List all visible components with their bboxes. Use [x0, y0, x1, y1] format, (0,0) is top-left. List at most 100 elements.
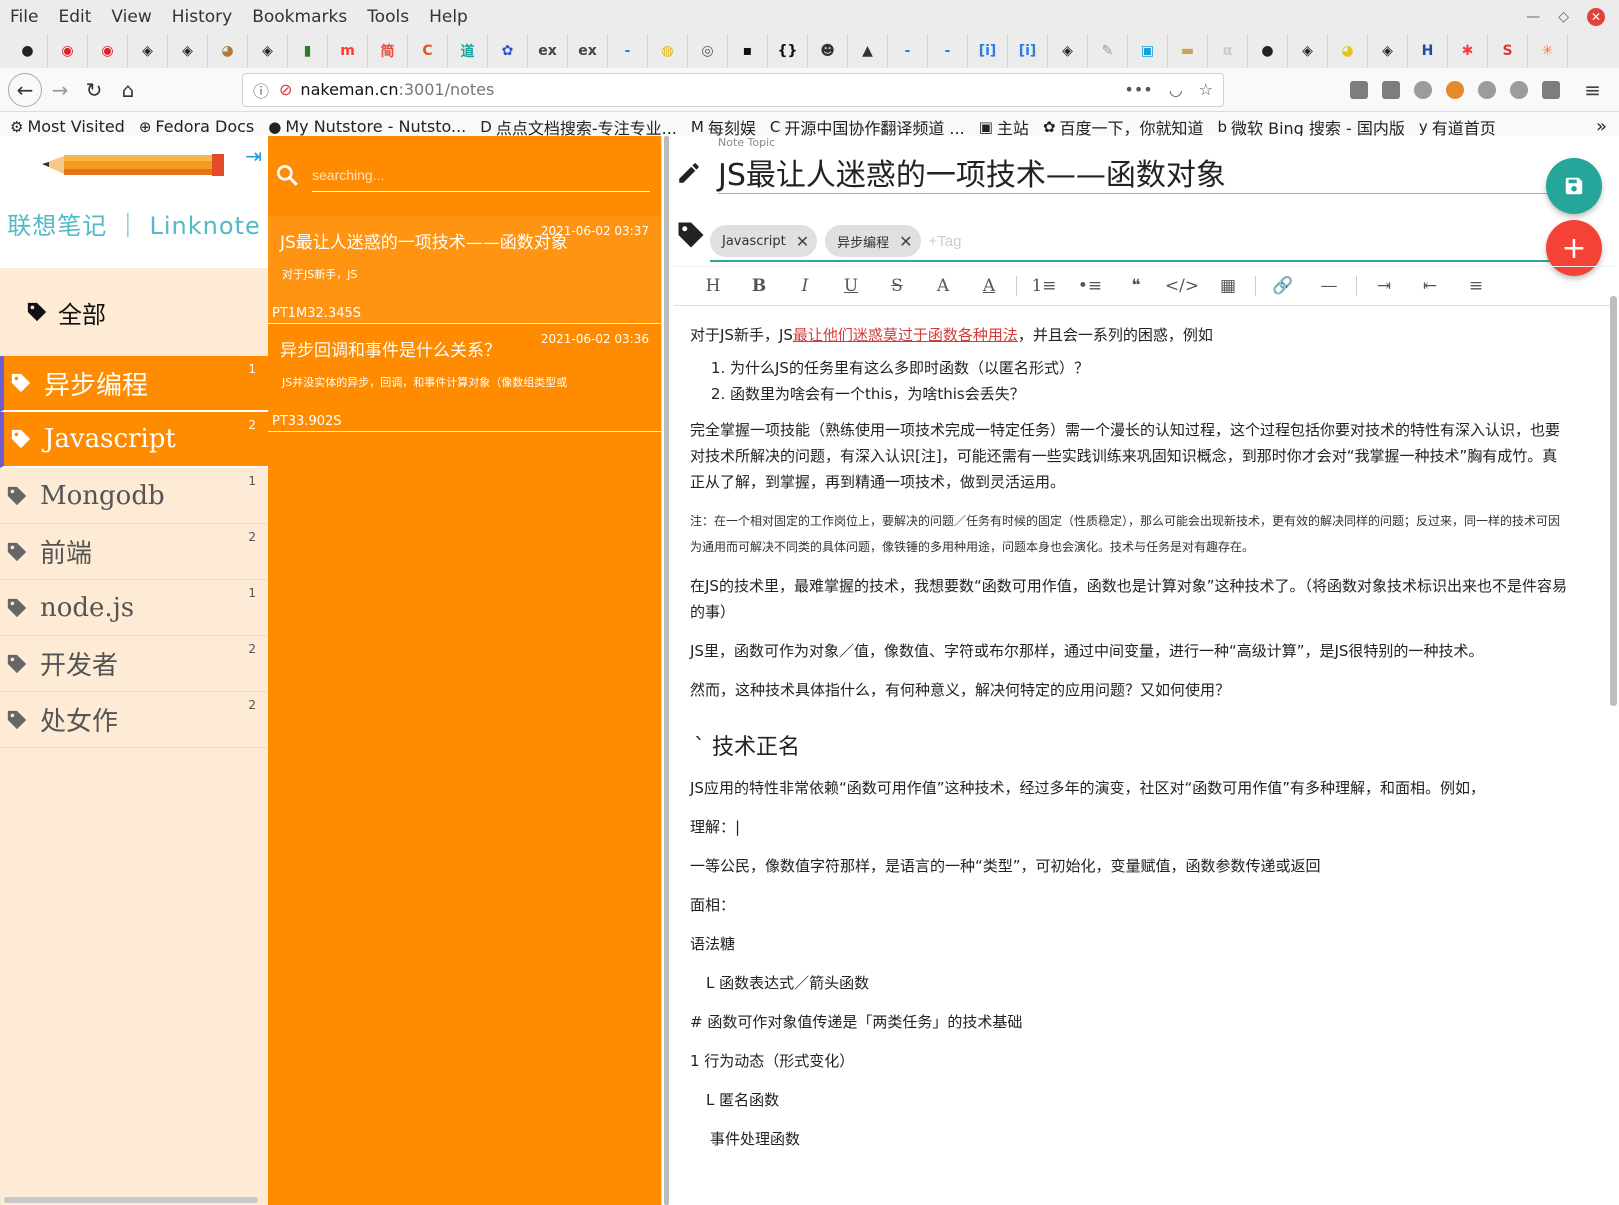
- browser-tab[interactable]: ✿: [488, 34, 528, 68]
- editor-scrollbar[interactable]: [1610, 296, 1617, 706]
- remove-tag-icon[interactable]: ✕: [796, 232, 809, 251]
- all-notes-item[interactable]: 全部: [0, 268, 268, 356]
- browser-tab[interactable]: ✎: [1088, 34, 1128, 68]
- align-icon[interactable]: ≡: [1453, 276, 1499, 296]
- extension-icon[interactable]: [1446, 80, 1465, 99]
- italic-icon[interactable]: I: [782, 276, 828, 296]
- browser-tab[interactable]: α: [1208, 34, 1248, 68]
- more-bookmarks-icon[interactable]: »: [1596, 116, 1619, 137]
- browser-tab[interactable]: ▪: [728, 34, 768, 68]
- add-tag-input[interactable]: [928, 232, 1009, 250]
- browser-tab[interactable]: ◈: [1288, 34, 1328, 68]
- browser-tab[interactable]: m: [328, 34, 368, 68]
- outdent-icon[interactable]: ⇤: [1407, 276, 1453, 296]
- menu-history[interactable]: History: [172, 7, 232, 27]
- browser-tab[interactable]: ◈: [128, 34, 168, 68]
- browser-tab[interactable]: ●: [1248, 34, 1288, 68]
- bookmark-item[interactable]: b 微软 Bing 搜索 - 国内版: [1217, 115, 1404, 139]
- bookmark-item[interactable]: y 有道首页: [1419, 115, 1496, 139]
- browser-tab[interactable]: 简: [368, 34, 408, 68]
- browser-tab[interactable]: ◈: [248, 34, 288, 68]
- browser-tab[interactable]: ◍: [648, 34, 688, 68]
- code-icon[interactable]: </>: [1159, 276, 1205, 296]
- menu-tools[interactable]: Tools: [367, 7, 409, 27]
- browser-tab[interactable]: -: [608, 34, 648, 68]
- browser-tab[interactable]: ◈: [1048, 34, 1088, 68]
- tag-item[interactable]: 处女作 2: [0, 692, 268, 748]
- browser-tab[interactable]: ☻: [808, 34, 848, 68]
- bookmark-item[interactable]: ⚙ Most Visited: [10, 117, 125, 136]
- bookmark-item[interactable]: ● My Nutstore - Nutsto...: [268, 117, 466, 136]
- back-arrow-icon[interactable]: ←: [8, 72, 42, 107]
- hamburger-menu-icon[interactable]: ≡: [1584, 78, 1601, 102]
- browser-tab[interactable]: ▣: [1128, 34, 1168, 68]
- menu-edit[interactable]: Edit: [58, 7, 91, 27]
- inline-link[interactable]: 最让他们迷惑莫过于函数各种用法: [793, 326, 1018, 344]
- search-input[interactable]: [312, 158, 650, 192]
- menu-view[interactable]: View: [111, 7, 151, 27]
- browser-tab[interactable]: ▮: [288, 34, 328, 68]
- browser-tab[interactable]: [i]: [1008, 34, 1048, 68]
- extension-icon[interactable]: [1542, 80, 1561, 99]
- bookmark-item[interactable]: ▣ 主站: [979, 115, 1029, 139]
- sidebar-icon[interactable]: [1382, 80, 1401, 99]
- tag-item[interactable]: node.js 1: [0, 580, 268, 636]
- home-icon[interactable]: ⌂: [112, 74, 144, 106]
- browser-tab[interactable]: -: [928, 34, 968, 68]
- close-window-icon[interactable]: ✕: [1587, 8, 1605, 26]
- logout-icon[interactable]: ⇥: [245, 144, 262, 168]
- minimize-icon[interactable]: —: [1526, 9, 1540, 25]
- reload-icon[interactable]: ↻: [78, 74, 110, 106]
- bookmark-item[interactable]: C 开源中国协作翻译频道 ...: [770, 115, 965, 139]
- note-body[interactable]: 对于JS新手，JS最让他们迷惑莫过于函数各种用法，并且会一系列的困惑，例如 为什…: [690, 322, 1570, 1165]
- save-button[interactable]: [1546, 158, 1602, 214]
- sidebar-scrollbar[interactable]: [4, 1197, 258, 1203]
- browser-tab[interactable]: ◈: [1368, 34, 1408, 68]
- tag-item[interactable]: 前端 2: [0, 524, 268, 580]
- heading-icon[interactable]: H: [690, 276, 736, 296]
- tag-item[interactable]: Mongodb 1: [0, 468, 268, 524]
- browser-tab[interactable]: ex: [528, 34, 568, 68]
- menu-help[interactable]: Help: [429, 7, 468, 27]
- more-actions-icon[interactable]: •••: [1124, 80, 1152, 99]
- browser-tab[interactable]: ◉: [88, 34, 128, 68]
- panel-resize-handle[interactable]: [662, 136, 674, 1205]
- search-icon[interactable]: [274, 162, 300, 188]
- browser-tab[interactable]: H: [1408, 34, 1448, 68]
- underline-icon[interactable]: U: [828, 276, 874, 296]
- browser-tab[interactable]: ◈: [168, 34, 208, 68]
- browser-tab[interactable]: -: [888, 34, 928, 68]
- browser-tab[interactable]: ex: [568, 34, 608, 68]
- library-icon[interactable]: [1350, 80, 1369, 99]
- ordered-list-icon[interactable]: 1≡: [1021, 276, 1067, 296]
- browser-tab[interactable]: ✱: [1448, 34, 1488, 68]
- browser-tab[interactable]: ◕: [208, 34, 248, 68]
- extension-icon[interactable]: [1510, 80, 1529, 99]
- menu-file[interactable]: File: [10, 7, 38, 27]
- note-list-item[interactable]: 异步回调和事件是什么关系？ 2021-06-02 03:36 JS并没实体的异步，回…: [268, 324, 661, 432]
- info-icon[interactable]: ⓘ: [253, 78, 269, 102]
- menu-bookmarks[interactable]: Bookmarks: [252, 7, 347, 27]
- browser-tab[interactable]: ▬: [1168, 34, 1208, 68]
- account-icon[interactable]: [1414, 80, 1433, 99]
- browser-tab[interactable]: ✳: [1528, 34, 1568, 68]
- pocket-icon[interactable]: ◡: [1169, 80, 1183, 99]
- browser-tab[interactable]: ▲: [848, 34, 888, 68]
- link-icon[interactable]: 🔗: [1260, 276, 1306, 296]
- browser-tab[interactable]: ◎: [688, 34, 728, 68]
- bookmark-item[interactable]: ✿ 百度一下，你就知道: [1043, 115, 1204, 139]
- tag-item[interactable]: Javascript 2: [0, 412, 268, 468]
- bold-icon[interactable]: B: [736, 276, 782, 296]
- text-color-icon[interactable]: A: [920, 276, 966, 296]
- browser-tab[interactable]: {}: [768, 34, 808, 68]
- remove-tag-icon[interactable]: ✕: [899, 232, 912, 251]
- tag-item[interactable]: 异步编程 1: [0, 356, 268, 412]
- indent-icon[interactable]: ⇥: [1361, 276, 1407, 296]
- blockquote-icon[interactable]: ❝: [1113, 276, 1159, 296]
- strikethrough-icon[interactable]: S: [874, 276, 920, 296]
- browser-tab[interactable]: [i]: [968, 34, 1008, 68]
- browser-tab[interactable]: ◕: [1328, 34, 1368, 68]
- bookmark-item[interactable]: ⊕ Fedora Docs: [139, 117, 254, 136]
- browser-tab[interactable]: ●: [8, 34, 48, 68]
- browser-tab[interactable]: 道: [448, 34, 488, 68]
